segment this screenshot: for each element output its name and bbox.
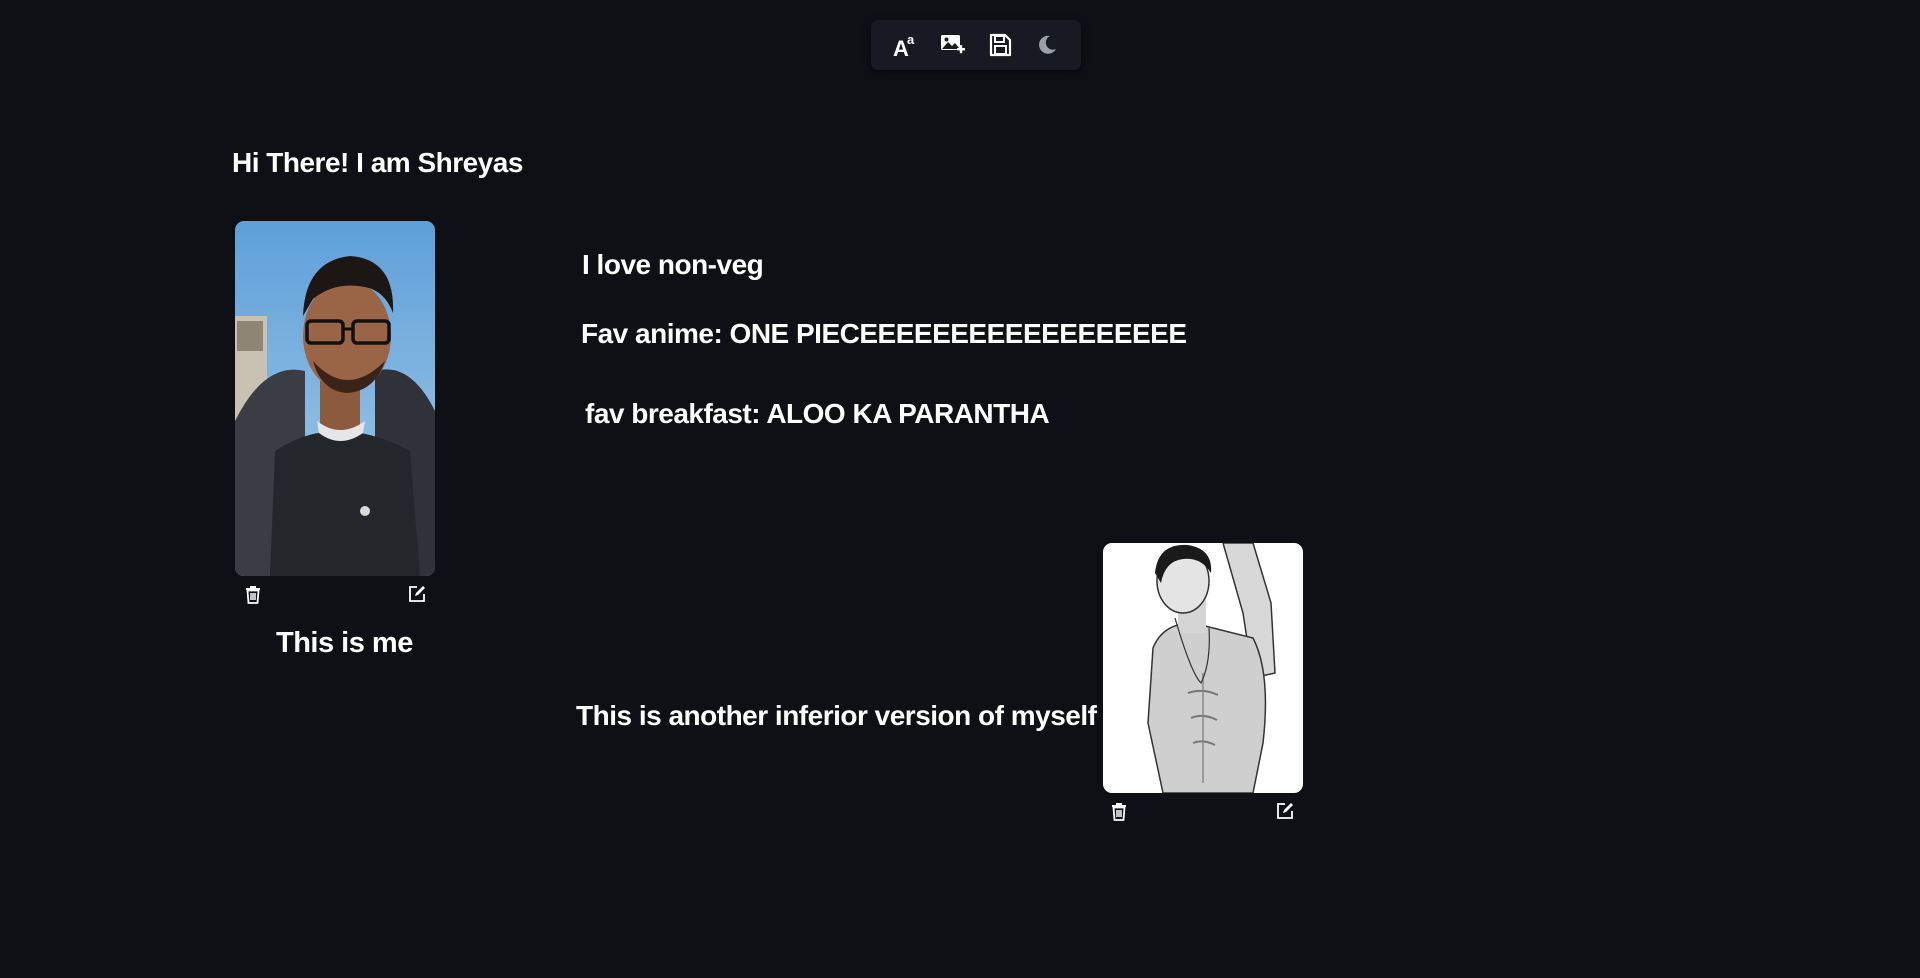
anime-photo-card	[1103, 543, 1303, 827]
text-size-icon: A a	[892, 32, 918, 58]
add-text-button[interactable]: A a	[885, 25, 925, 65]
page-heading[interactable]: Hi There! I am Shreyas	[232, 147, 523, 179]
edit-icon[interactable]	[1273, 799, 1297, 823]
info-line-food[interactable]: I love non-veg	[582, 249, 764, 281]
info-line-anime[interactable]: Fav anime: ONE PIECEEEEEEEEEEEEEEEEEE	[581, 318, 1187, 350]
save-button[interactable]	[980, 25, 1020, 65]
self-photo-actions	[235, 582, 435, 610]
svg-text:a: a	[907, 32, 915, 47]
theme-toggle-button[interactable]	[1027, 25, 1067, 65]
delete-icon[interactable]	[1107, 799, 1131, 823]
save-icon	[988, 33, 1012, 57]
anime-character-photo[interactable]	[1103, 543, 1303, 793]
self-photo-card	[235, 221, 435, 610]
image-add-icon	[939, 32, 966, 58]
self-photo[interactable]	[235, 221, 435, 576]
moon-icon	[1035, 33, 1059, 57]
canvas: A a Hi There! I am Shreyas I love non-ve…	[0, 0, 1920, 978]
anime-photo-actions	[1103, 799, 1303, 827]
add-image-button[interactable]	[932, 25, 972, 65]
toolbar: A a	[871, 20, 1081, 70]
delete-icon[interactable]	[241, 582, 265, 606]
edit-icon[interactable]	[405, 582, 429, 606]
self-photo-caption[interactable]: This is me	[276, 627, 413, 660]
anime-photo-caption[interactable]: This is another inferior version of myse…	[576, 700, 1097, 732]
info-line-breakfast[interactable]: fav breakfast: ALOO KA PARANTHA	[585, 398, 1050, 430]
